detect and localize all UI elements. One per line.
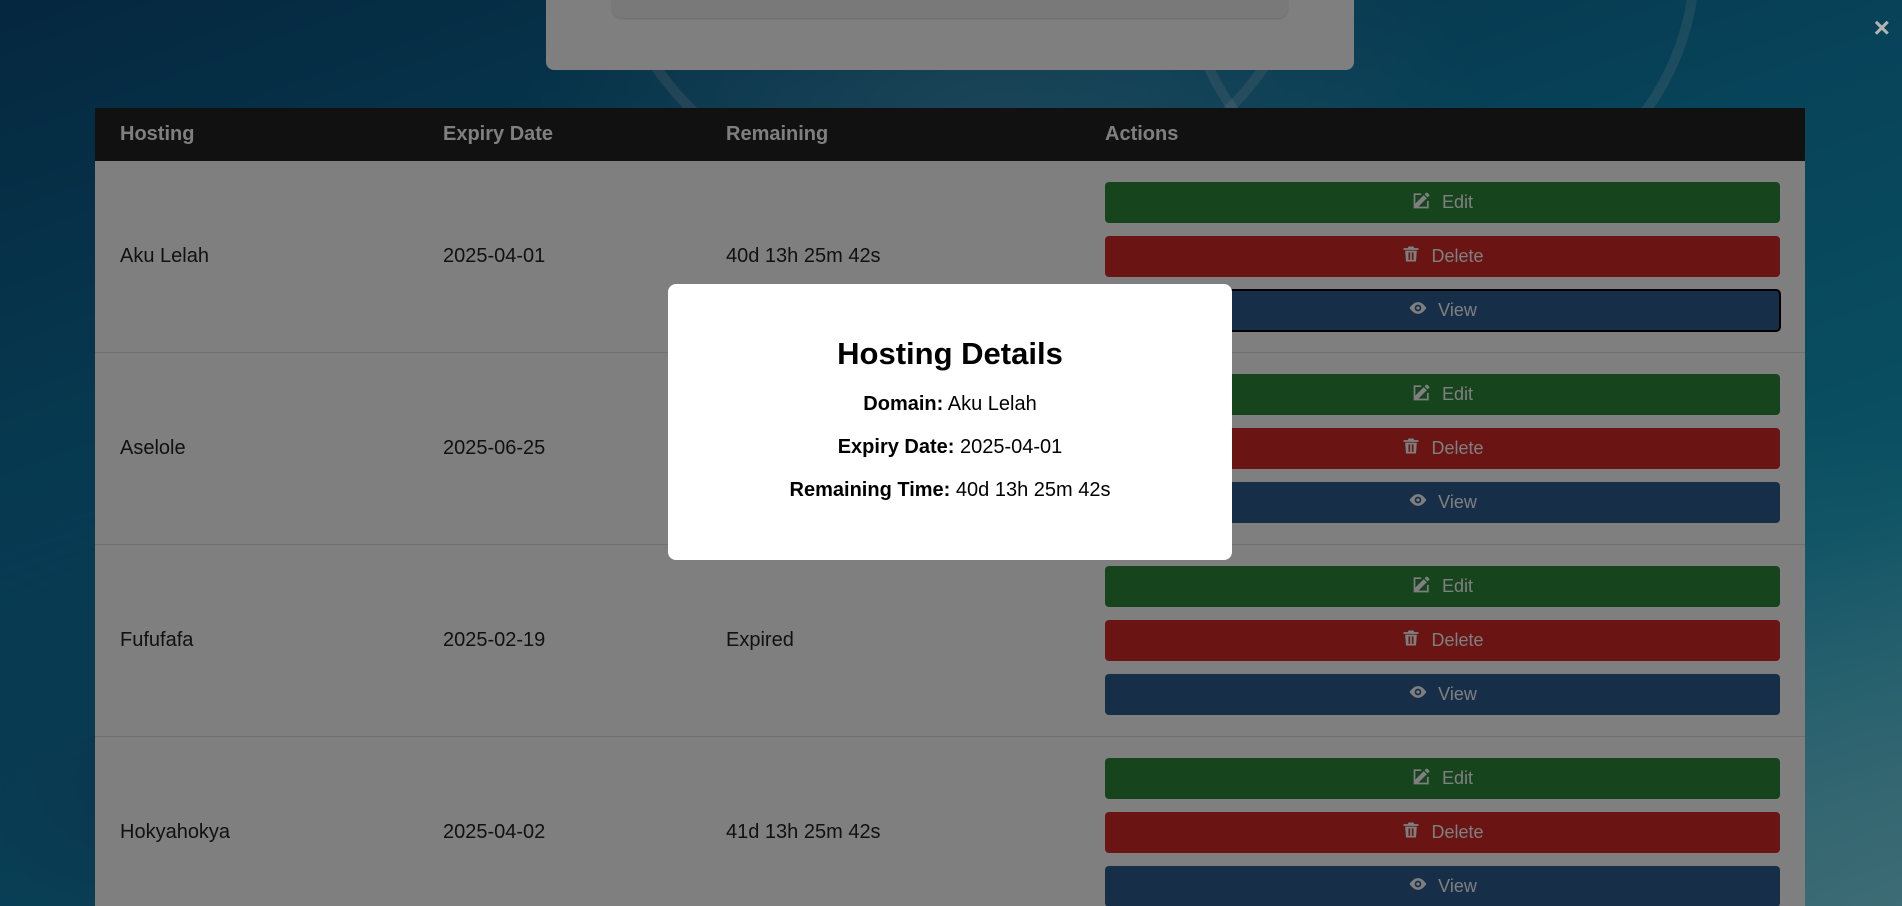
close-icon[interactable]: × — [1874, 14, 1890, 42]
modal-remaining-label: Remaining Time: — [789, 479, 951, 501]
modal-expiry-value: 2025-04-01 — [959, 436, 1063, 458]
modal-domain-label: Domain: — [863, 393, 944, 415]
modal-expiry-label: Expiry Date: — [837, 436, 955, 458]
modal-domain: Domain: Aku Lelah — [668, 392, 1232, 416]
modal-remaining-value: 40d 13h 25m 42s — [955, 479, 1111, 501]
modal-title: Hosting Details — [837, 336, 1063, 371]
modal-overlay[interactable]: × Hosting Details Domain: Aku Lelah Expi… — [0, 0, 1902, 906]
hosting-details-modal: Hosting Details Domain: Aku Lelah Expiry… — [668, 284, 1232, 560]
modal-domain-value: Aku Lelah — [947, 393, 1037, 415]
modal-remaining: Remaining Time: 40d 13h 25m 42s — [668, 478, 1232, 502]
modal-expiry: Expiry Date: 2025-04-01 — [668, 435, 1232, 459]
